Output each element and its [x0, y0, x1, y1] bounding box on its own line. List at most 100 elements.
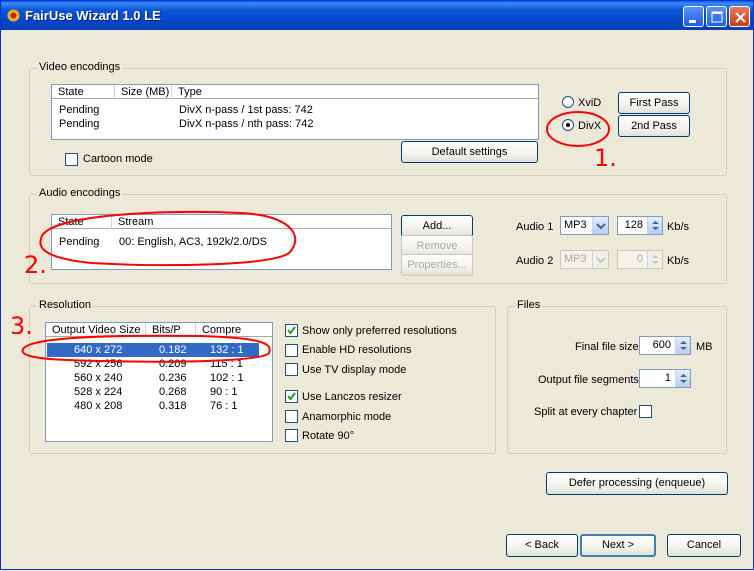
- preferred-resolutions-checkbox[interactable]: [285, 324, 298, 337]
- resolution-row-3-compre: 102 : 1: [210, 372, 244, 384]
- resolution-row-3-bits: 0.236: [159, 372, 187, 384]
- next-button[interactable]: Next >: [580, 534, 656, 557]
- title-bar[interactable]: FairUse Wizard 1.0 LE: [1, 1, 753, 30]
- column-type[interactable]: Type: [172, 85, 538, 99]
- spin-arrows-icon[interactable]: [675, 370, 690, 387]
- audio1-label: Audio 1: [516, 221, 554, 233]
- resolution-row-1-bits: 0.182: [159, 344, 187, 356]
- audio-row-1-state: Pending: [59, 236, 100, 248]
- final-size-unit: MB: [696, 341, 713, 353]
- resolution-row-3-size[interactable]: 560 x 240: [74, 371, 122, 385]
- preferred-resolutions-label: Show only preferred resolutions: [302, 325, 457, 337]
- column-state[interactable]: State: [52, 85, 115, 99]
- audio-encodings-list[interactable]: State Stream Pending 00: English, AC3, 1…: [51, 214, 392, 270]
- resolution-row-1-size[interactable]: 640 x 272: [74, 343, 122, 357]
- back-button[interactable]: < Back: [506, 534, 578, 557]
- final-size-spinner[interactable]: 600: [639, 336, 691, 355]
- audio2-bitrate-spinner[interactable]: 0: [617, 250, 663, 269]
- resolution-list-header: Output Video Size Bits/P Compre: [46, 323, 272, 337]
- rotate-checkbox[interactable]: [285, 429, 298, 442]
- resolution-row-5-compre: 76 : 1: [210, 400, 238, 412]
- audio1-bitrate-value: 128: [624, 219, 643, 231]
- audio-list-header: State Stream: [52, 215, 391, 229]
- cartoon-mode-checkbox[interactable]: [65, 153, 78, 166]
- hd-resolutions-checkbox[interactable]: [285, 344, 298, 357]
- column-state[interactable]: State: [52, 215, 112, 229]
- column-compression[interactable]: Compre: [196, 323, 272, 337]
- spin-arrows-icon[interactable]: [647, 251, 662, 268]
- close-icon: [735, 12, 746, 23]
- audio2-codec-select[interactable]: MP3: [560, 250, 609, 269]
- xvid-radio[interactable]: [562, 96, 574, 108]
- divx-radio[interactable]: [562, 119, 574, 131]
- chevron-down-icon[interactable]: [592, 251, 608, 268]
- app-icon: [7, 9, 20, 22]
- resolution-row-5-bits: 0.318: [159, 400, 187, 412]
- maximize-icon: [711, 11, 723, 23]
- video-encodings-list[interactable]: State Size (MB) Type Pending DivX n-pass…: [51, 84, 539, 140]
- wizard-window: FairUse Wizard 1.0 LE Video encodings St…: [0, 0, 754, 570]
- chevron-down-icon[interactable]: [592, 217, 608, 234]
- audio2-label: Audio 2: [516, 255, 554, 267]
- anamorphic-checkbox[interactable]: [285, 410, 298, 423]
- lanczos-label: Use Lanczos resizer: [302, 391, 402, 403]
- resolution-row-4-size[interactable]: 528 x 224: [74, 385, 122, 399]
- audio1-bitrate-spinner[interactable]: 128: [617, 216, 663, 235]
- resolution-list[interactable]: Output Video Size Bits/P Compre 640 x 27…: [45, 322, 273, 442]
- segments-value: 1: [664, 372, 671, 384]
- segments-label: Output file segments: [538, 374, 639, 386]
- window-title: FairUse Wizard 1.0 LE: [25, 8, 161, 23]
- audio1-unit: Kb/s: [667, 221, 690, 233]
- divx-label: DivX: [578, 120, 602, 132]
- resolution-row-4-bits: 0.268: [159, 386, 187, 398]
- maximize-button[interactable]: [706, 6, 727, 27]
- second-pass-button[interactable]: 2nd Pass: [618, 115, 690, 137]
- final-size-value: 600: [652, 339, 671, 351]
- resolution-row-1-compre: 132 : 1: [210, 344, 244, 356]
- close-button[interactable]: [729, 6, 750, 27]
- radio-selected-dot: [566, 123, 570, 127]
- cartoon-mode-label: Cartoon mode: [83, 153, 153, 165]
- audio-row-1-stream: 00: English, AC3, 192k/2.0/DS: [119, 236, 267, 248]
- add-audio-button[interactable]: Add...: [401, 215, 473, 237]
- checkmark-icon: [287, 392, 296, 401]
- audio2-unit: Kb/s: [667, 255, 690, 267]
- segments-spinner[interactable]: 1: [639, 369, 691, 388]
- defer-processing-button[interactable]: Defer processing (enqueue): [546, 472, 728, 495]
- checkmark-icon: [287, 326, 296, 335]
- resolution-row-5-size[interactable]: 480 x 208: [74, 399, 122, 413]
- first-pass-button[interactable]: First Pass: [618, 92, 690, 114]
- cancel-button[interactable]: Cancel: [667, 534, 741, 557]
- tv-display-label: Use TV display mode: [302, 364, 407, 376]
- video-row-2-type: DivX n-pass / nth pass: 742: [179, 118, 314, 130]
- audio1-codec-value: MP3: [564, 219, 587, 231]
- column-output-size[interactable]: Output Video Size: [46, 323, 146, 337]
- video-row-1-type: DivX n-pass / 1st pass: 742: [179, 104, 313, 116]
- minimize-button[interactable]: [683, 6, 704, 27]
- lanczos-checkbox[interactable]: [285, 390, 298, 403]
- video-group-label: Video encodings: [37, 61, 123, 73]
- hd-resolutions-label: Enable HD resolutions: [302, 344, 412, 356]
- spin-arrows-icon[interactable]: [675, 337, 690, 354]
- video-row-2-state: Pending: [59, 118, 100, 130]
- audio-properties-button[interactable]: Properties...: [401, 254, 473, 276]
- resolution-row-2-compre: 115 : 1: [210, 358, 243, 370]
- video-row-1-state: Pending: [59, 104, 100, 116]
- column-stream[interactable]: Stream: [112, 215, 391, 229]
- audio2-bitrate-value: 0: [636, 253, 643, 265]
- spin-arrows-icon[interactable]: [647, 217, 662, 234]
- annotation-number-2: 2.: [24, 251, 47, 279]
- final-size-label: Final file size: [575, 341, 639, 353]
- rotate-label: Rotate 90°: [302, 430, 355, 442]
- anamorphic-label: Anamorphic mode: [302, 411, 392, 423]
- column-bits[interactable]: Bits/P: [146, 323, 196, 337]
- split-chapter-checkbox[interactable]: [639, 405, 652, 418]
- resolution-row-2-size[interactable]: 592 x 256: [74, 357, 122, 371]
- default-settings-button[interactable]: Default settings: [401, 141, 538, 163]
- column-size[interactable]: Size (MB): [115, 85, 172, 99]
- annotation-number-3: 3.: [10, 312, 33, 340]
- resolution-row-2-bits: 0.209: [159, 358, 187, 370]
- audio1-codec-select[interactable]: MP3: [560, 216, 609, 235]
- annotation-number-1: 1.: [594, 144, 617, 172]
- tv-display-checkbox[interactable]: [285, 363, 298, 376]
